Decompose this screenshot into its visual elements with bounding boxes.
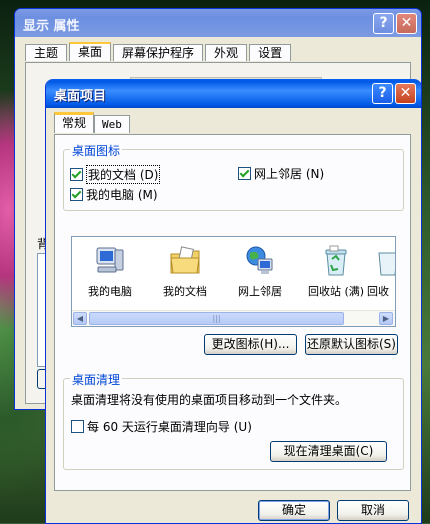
network-places-icon	[243, 245, 277, 277]
my-documents-checkbox[interactable]: 我的文档 (D)	[70, 165, 161, 184]
run-cleanup-wizard-checkbox[interactable]: 每 60 天运行桌面清理向导 (U)	[71, 418, 252, 435]
display-properties-tabs: 主题 桌面 屏幕保护程序 外观 设置	[25, 42, 293, 61]
icon-label: 我的文档	[163, 285, 207, 298]
icon-label: 回收站 (满)	[307, 285, 365, 298]
desktop-icons-group-title: 桌面图标	[70, 142, 123, 159]
icon-list-scrollbar[interactable]: ◀ ||| ▶	[72, 310, 395, 326]
tab-settings[interactable]: 设置	[249, 44, 292, 61]
my-documents-icon	[168, 245, 202, 277]
checkbox-box[interactable]	[70, 188, 83, 201]
checkbox-label: 网上邻居 (N)	[254, 167, 325, 181]
ok-button[interactable]: 确定	[258, 500, 330, 521]
tab-web[interactable]: Web	[94, 115, 130, 133]
close-icon[interactable]: ✕	[395, 83, 416, 104]
icon-label: 网上邻居	[238, 285, 282, 298]
desktop-cleanup-group-title: 桌面清理	[70, 371, 123, 388]
network-places-checkbox[interactable]: 网上邻居 (N)	[238, 165, 324, 182]
checkbox-box[interactable]	[238, 167, 251, 180]
restore-default-button[interactable]: 还原默认图标(S)	[305, 334, 398, 355]
recycle-bin-empty-icon	[371, 245, 395, 277]
desktop-items-dialog: 桌面项目 ? ✕ 常规 Web 桌面图标 我的文档 (D) 网上邻居 (N) 我…	[45, 79, 422, 524]
scrollbar-thumb[interactable]: |||	[89, 312, 344, 325]
scroll-right-icon[interactable]: ▶	[379, 312, 393, 325]
display-properties-titlebar[interactable]: 显示 属性 ? ✕	[15, 9, 421, 37]
help-icon[interactable]: ?	[373, 13, 394, 34]
cleanup-description: 桌面清理将没有使用的桌面项目移动到一个文件夹。	[71, 393, 348, 407]
my-computer-checkbox[interactable]: 我的电脑 (M)	[70, 186, 158, 203]
my-computer-icon	[93, 245, 127, 277]
list-item[interactable]: 回收	[367, 245, 395, 299]
change-icon-button[interactable]: 更改图标(H)...	[204, 334, 297, 355]
tab-desktop[interactable]: 桌面	[69, 42, 112, 61]
tab-themes[interactable]: 主题	[25, 44, 68, 61]
desktop-items-titlebar[interactable]: 桌面项目 ? ✕	[46, 79, 421, 108]
list-item[interactable]: 我的电脑	[74, 245, 146, 299]
cleanup-now-button[interactable]: 现在清理桌面(C)	[270, 441, 387, 462]
general-tab-panel: 桌面图标 我的文档 (D) 网上邻居 (N) 我的电脑 (M) 我的电脑 我的文…	[54, 134, 411, 491]
scroll-left-icon[interactable]: ◀	[73, 312, 87, 325]
desktop-icon-list[interactable]: 我的电脑 我的文档 网上邻居 回收站 (满) 回收 ◀ ||| ▶	[71, 236, 396, 327]
checkbox-box[interactable]	[70, 168, 83, 181]
tab-screensaver[interactable]: 屏幕保护程序	[113, 44, 204, 61]
tab-appearance[interactable]: 外观	[205, 44, 248, 61]
desktop-items-title: 桌面项目	[54, 89, 107, 104]
desktop-items-tabs: 常规 Web	[54, 112, 130, 133]
checkbox-label: 我的电脑 (M)	[86, 188, 158, 202]
display-properties-title: 显示 属性	[23, 19, 80, 34]
icon-label: 我的电脑	[88, 285, 132, 298]
cancel-button[interactable]: 取消	[337, 500, 409, 521]
list-item[interactable]: 网上邻居	[224, 245, 296, 299]
help-icon[interactable]: ?	[372, 83, 393, 104]
list-item[interactable]: 回收站 (满)	[300, 245, 372, 299]
checkbox-box[interactable]	[71, 420, 84, 433]
icon-label: 回收	[367, 285, 389, 298]
list-item[interactable]: 我的文档	[149, 245, 221, 299]
close-icon[interactable]: ✕	[396, 13, 417, 34]
checkbox-label: 每 60 天运行桌面清理向导 (U)	[87, 420, 252, 434]
checkbox-label: 我的文档 (D)	[86, 165, 161, 184]
recycle-bin-full-icon	[319, 245, 353, 277]
tab-general[interactable]: 常规	[54, 112, 95, 133]
